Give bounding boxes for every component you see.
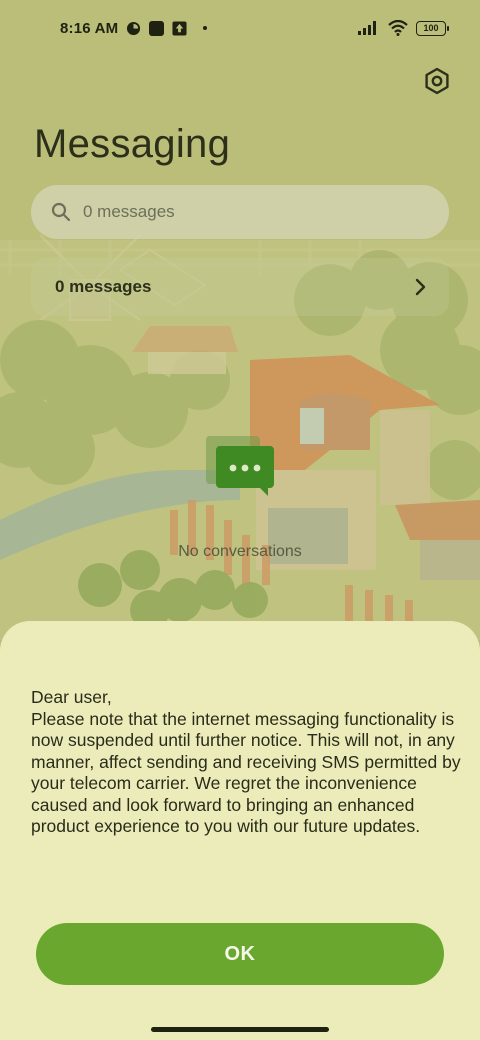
signal-icon xyxy=(358,21,376,35)
home-indicator[interactable] xyxy=(151,1027,329,1032)
status-time: 8:16 AM xyxy=(60,19,119,37)
status-app-icon xyxy=(127,21,141,35)
battery-level: 100 xyxy=(423,23,439,33)
status-bar: 8:16 AM 100 xyxy=(0,0,480,56)
status-dot-icon xyxy=(203,26,208,30)
search-icon xyxy=(51,202,71,222)
status-left: 8:16 AM xyxy=(60,19,208,37)
page-title: Messaging xyxy=(34,122,231,166)
status-square-icon xyxy=(149,20,165,36)
status-right: 100 xyxy=(358,20,449,36)
messages-row[interactable]: 0 messages xyxy=(31,258,449,316)
dialog-message: Dear user, Please note that the internet… xyxy=(31,687,461,836)
messages-row-label: 0 messages xyxy=(55,277,152,296)
search-input[interactable]: 0 messages xyxy=(31,185,449,239)
chevron-right-icon xyxy=(415,278,426,296)
chat-bubble-icon xyxy=(206,436,274,496)
status-upload-icon xyxy=(172,20,187,36)
wifi-icon xyxy=(388,20,408,36)
ok-button[interactable]: OK xyxy=(36,923,444,985)
search-placeholder: 0 messages xyxy=(83,202,175,221)
empty-state-text: No conversations xyxy=(178,543,302,560)
notice-dialog: Dear user, Please note that the internet… xyxy=(0,621,480,1040)
battery-icon: 100 xyxy=(416,20,449,36)
settings-gear-icon[interactable] xyxy=(422,66,452,96)
